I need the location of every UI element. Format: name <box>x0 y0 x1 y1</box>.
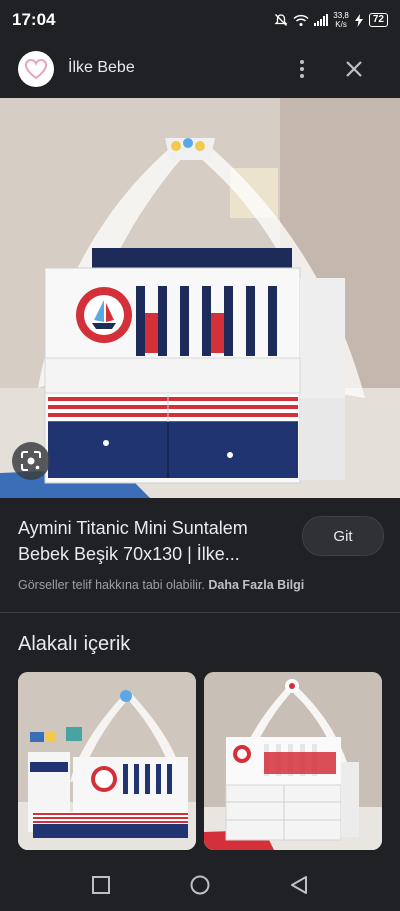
product-image[interactable] <box>0 98 400 498</box>
network-speed-value: 33,8 <box>333 11 349 20</box>
network-speed-unit: K/s <box>335 20 347 29</box>
related-thumbnail-1[interactable] <box>18 672 196 850</box>
network-speed: 33,8 K/s <box>333 11 349 29</box>
recents-icon[interactable] <box>90 874 112 896</box>
result-title[interactable]: Aymini Titanic Mini Suntalem Bebek Beşik… <box>18 515 293 567</box>
status-icons: 33,8 K/s 72 <box>274 10 388 30</box>
crib-illustration <box>0 98 400 498</box>
signal-icon <box>314 14 329 26</box>
copyright-notice: Görseller telif hakkına tabi olabilir. D… <box>18 578 304 592</box>
google-lens-button[interactable] <box>12 442 50 480</box>
related-heading: Alakalı içerik <box>18 633 131 655</box>
system-nav-bar <box>0 858 400 911</box>
mute-icon <box>274 14 288 26</box>
related-thumbnail-2[interactable] <box>204 672 382 850</box>
related-crib-image-1 <box>18 672 196 850</box>
site-logo[interactable] <box>18 51 54 87</box>
visit-button[interactable]: Git <box>302 516 384 556</box>
wifi-icon <box>293 14 309 26</box>
section-divider <box>0 612 400 613</box>
close-icon[interactable] <box>342 57 366 81</box>
battery-indicator: 72 <box>368 13 388 27</box>
home-icon[interactable] <box>189 874 211 896</box>
heart-logo-icon <box>24 58 48 80</box>
clock: 17:04 <box>12 10 56 29</box>
more-options-icon[interactable] <box>292 56 312 82</box>
related-crib-image-2 <box>204 672 382 850</box>
copyright-text: Görseller telif hakkına tabi olabilir. <box>18 578 205 592</box>
lens-icon <box>21 451 41 471</box>
site-name[interactable]: İlke Bebe <box>68 59 135 77</box>
more-info-link[interactable]: Daha Fazla Bilgi <box>208 578 304 592</box>
viewer-header: İlke Bebe <box>0 40 400 98</box>
charging-icon <box>354 13 363 27</box>
back-icon[interactable] <box>288 874 310 896</box>
status-bar: 17:04 33,8 K/s 72 <box>0 0 400 40</box>
